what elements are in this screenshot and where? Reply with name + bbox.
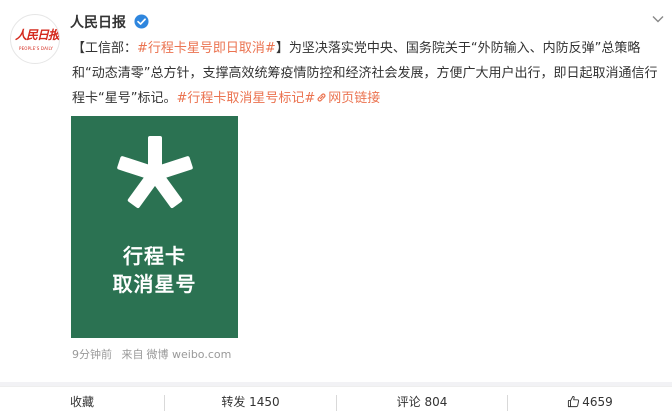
avatar[interactable]: 人民日报 PEOPLE'S DAILY: [10, 14, 60, 64]
web-link[interactable]: 网页链接: [315, 91, 380, 106]
like-button[interactable]: 4659: [508, 387, 672, 418]
chevron-down-icon[interactable]: [651, 12, 665, 26]
source-prefix: 来自: [121, 348, 144, 361]
link-icon: [317, 93, 326, 102]
comment-button[interactable]: 评论 804: [337, 387, 507, 418]
hashtag-end[interactable]: #行程卡取消星号标记#: [176, 91, 315, 106]
image-text-line2: 取消星号: [112, 272, 197, 296]
post-text: 【工信部：#行程卡星号即日取消#】为坚决落实党中央、国务院关于“外防输入、内防反…: [72, 36, 662, 111]
post-meta: 9分钟前 来自 微博 weibo.com: [72, 346, 237, 362]
repost-button[interactable]: 转发 1450: [165, 387, 336, 418]
asterisk-icon: [71, 134, 238, 218]
avatar-logo-sub: PEOPLE'S DAILY: [18, 46, 54, 51]
action-bar: 收藏 转发 1450 评论 804 4659: [0, 386, 672, 418]
post-time[interactable]: 9分钟前: [72, 348, 112, 361]
verified-badge-icon: [134, 14, 149, 29]
web-link-label: 网页链接: [328, 91, 381, 106]
bracket-open: 【: [72, 41, 86, 56]
image-text-line1: 行程卡: [123, 244, 186, 268]
post-image[interactable]: 行程卡 取消星号: [71, 116, 238, 338]
source-link[interactable]: 微博 weibo.com: [147, 348, 232, 361]
avatar-logo-text: 人民日报: [15, 28, 60, 42]
source-label: 工信部：: [85, 41, 138, 56]
like-count: 4659: [582, 395, 613, 409]
author-name[interactable]: 人民日报: [70, 12, 126, 32]
hashtag-main[interactable]: #行程卡星号即日取消#: [137, 41, 276, 56]
favorite-button[interactable]: 收藏: [0, 387, 164, 418]
bracket-close: 】: [275, 41, 289, 56]
weibo-post-card: 人民日报 PEOPLE'S DAILY 人民日报 【工信部：#行程卡星号即日取消…: [0, 0, 672, 382]
thumbs-up-icon: [568, 395, 580, 408]
